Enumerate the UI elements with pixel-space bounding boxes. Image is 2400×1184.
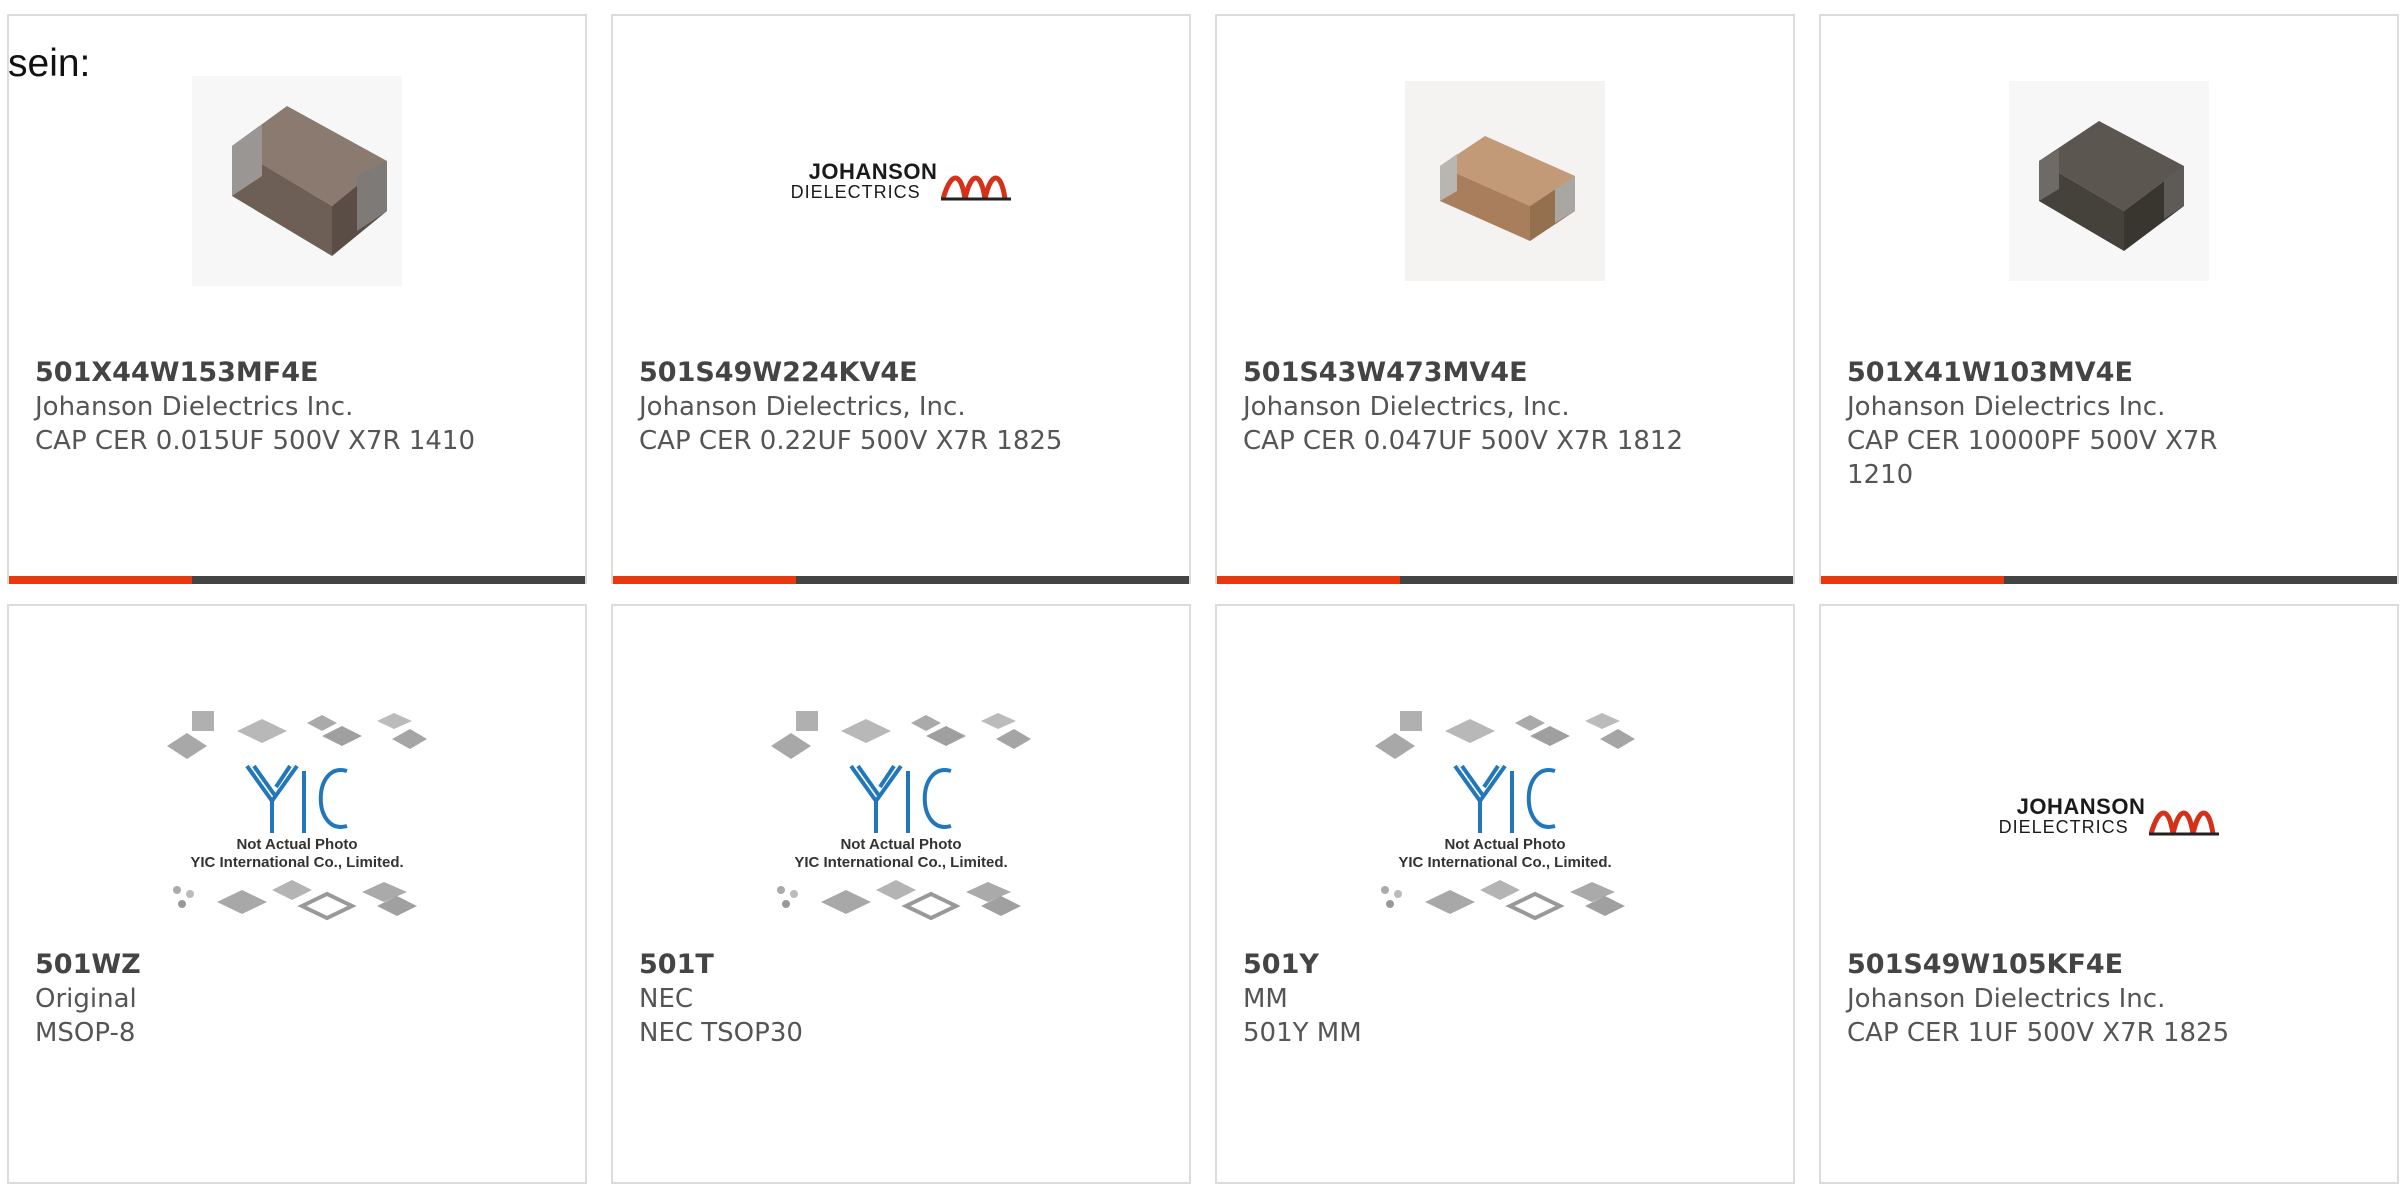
product-image[interactable]: Not Actual Photo YIC International Co., …	[9, 686, 585, 946]
product-image[interactable]	[9, 76, 585, 286]
logo-line-2: DIELECTRICS	[1998, 817, 2129, 837]
intro-text: sein:	[8, 42, 91, 85]
manufacturer: Johanson Dielectrics Inc.	[35, 392, 354, 422]
logo-wave-icon	[2149, 810, 2220, 836]
card-accent-bar	[1217, 576, 1793, 584]
chip-row-icon	[777, 879, 1021, 920]
chip-row-icon	[771, 710, 1031, 759]
product-card[interactable]: JOHANSON DIELECTRICS 501S49W105KF4E Joha…	[1819, 604, 2399, 1184]
description: MSOP-8	[35, 1018, 136, 1048]
yic-caption-line-1: Not Actual Photo	[1444, 835, 1566, 853]
logo-line-1: JOHANSON	[808, 159, 938, 184]
manufacturer: Johanson Dielectrics Inc.	[1847, 392, 2166, 422]
capacitor-chip-image	[192, 76, 402, 286]
part-number-link[interactable]: 501Y	[1243, 948, 1773, 982]
yic-placeholder-image: Not Actual Photo YIC International Co., …	[766, 710, 1036, 922]
capacitor-chip-image	[1405, 81, 1605, 281]
product-card[interactable]: 501X44W153MF4E Johanson Dielectrics Inc.…	[7, 14, 587, 584]
yic-caption-line-2: YIC International Co., Limited.	[794, 853, 1008, 871]
manufacturer: Johanson Dielectrics, Inc.	[639, 392, 966, 422]
product-card[interactable]: 501X41W103MV4E Johanson Dielectrics Inc.…	[1819, 14, 2399, 584]
yic-placeholder-image: Not Actual Photo YIC International Co., …	[162, 710, 432, 922]
part-number-link[interactable]: 501X41W103MV4E	[1847, 356, 2377, 390]
product-image[interactable]: JOHANSON DIELECTRICS	[1821, 686, 2397, 946]
product-image[interactable]: Not Actual Photo YIC International Co., …	[1217, 686, 1793, 946]
product-card[interactable]: Not Actual Photo YIC International Co., …	[7, 604, 587, 1184]
card-accent-bar	[1821, 576, 2397, 584]
description: CAP CER 0.22UF 500V X7R 1825	[639, 426, 1063, 456]
card-accent-bar	[9, 576, 585, 584]
card-accent-bar	[613, 576, 1189, 584]
chip-row-icon	[1375, 710, 1635, 759]
part-number-link[interactable]: 501T	[639, 948, 1169, 982]
yic-caption-line-1: Not Actual Photo	[236, 835, 358, 853]
yic-caption-line-1: Not Actual Photo	[840, 835, 962, 853]
yic-caption-line-2: YIC International Co., Limited.	[1398, 853, 1612, 871]
product-card[interactable]: 501S43W473MV4E Johanson Dielectrics, Inc…	[1215, 14, 1795, 584]
part-number-link[interactable]: 501S49W105KF4E	[1847, 948, 2377, 982]
yic-logo-icon	[1453, 764, 1556, 833]
product-card[interactable]: Not Actual Photo YIC International Co., …	[611, 604, 1191, 1184]
manufacturer: Original	[35, 984, 137, 1014]
johanson-logo: JOHANSON DIELECTRICS	[1999, 796, 2220, 836]
logo-line-2: DIELECTRICS	[790, 182, 921, 202]
part-number-link[interactable]: 501X44W153MF4E	[35, 356, 565, 390]
yic-caption-line-2: YIC International Co., Limited.	[190, 853, 404, 871]
description-line-1: CAP CER 10000PF 500V X7R	[1847, 426, 2218, 456]
part-number-link[interactable]: 501S49W224KV4E	[639, 356, 1169, 390]
product-image[interactable]	[1821, 76, 2397, 286]
description-line-2: 1210	[1847, 460, 1914, 490]
description: CAP CER 1UF 500V X7R 1825	[1847, 1018, 2230, 1048]
description: NEC TSOP30	[639, 1018, 803, 1048]
description: 501Y MM	[1243, 1018, 1362, 1048]
johanson-logo: JOHANSON DIELECTRICS	[791, 161, 1012, 201]
chip-row-icon	[1381, 879, 1625, 920]
capacitor-chip-image	[2009, 81, 2209, 281]
product-image[interactable]: Not Actual Photo YIC International Co., …	[613, 686, 1189, 946]
yic-logo-icon	[245, 764, 348, 833]
yic-logo-icon	[849, 764, 952, 833]
product-image[interactable]	[1217, 76, 1793, 286]
chip-row-icon	[167, 710, 427, 759]
logo-line-1: JOHANSON	[2016, 794, 2146, 819]
yic-placeholder-image: Not Actual Photo YIC International Co., …	[1370, 710, 1640, 922]
part-number-link[interactable]: 501WZ	[35, 948, 565, 982]
manufacturer: MM	[1243, 984, 1288, 1014]
product-card[interactable]: JOHANSON DIELECTRICS 501S49W224KV4E Joha…	[611, 14, 1191, 584]
product-image[interactable]: JOHANSON DIELECTRICS	[613, 76, 1189, 286]
manufacturer: Johanson Dielectrics Inc.	[1847, 984, 2166, 1014]
part-number-link[interactable]: 501S43W473MV4E	[1243, 356, 1773, 390]
manufacturer: Johanson Dielectrics, Inc.	[1243, 392, 1570, 422]
chip-row-icon	[173, 879, 417, 920]
description: CAP CER 0.015UF 500V X7R 1410	[35, 426, 476, 456]
manufacturer: NEC	[639, 984, 694, 1014]
product-card[interactable]: Not Actual Photo YIC International Co., …	[1215, 604, 1795, 1184]
description: CAP CER 0.047UF 500V X7R 1812	[1243, 426, 1684, 456]
logo-wave-icon	[941, 175, 1012, 201]
